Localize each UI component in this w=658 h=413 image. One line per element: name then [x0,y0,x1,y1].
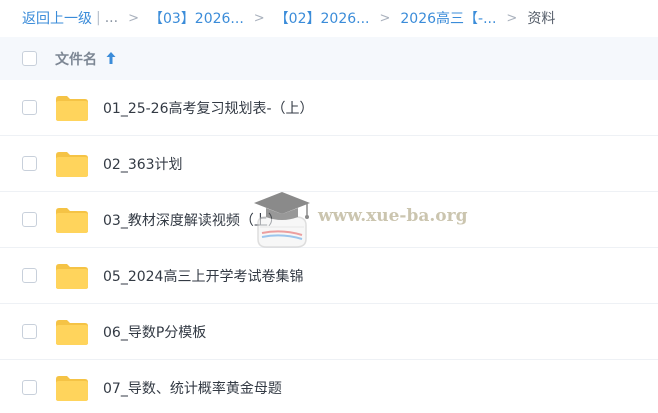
row-checkbox[interactable] [22,380,37,395]
list-item[interactable]: 06_导数P分模板 [0,304,658,360]
list-item[interactable]: 01_25-26高考复习规划表-（上） [0,80,658,136]
sort-ascending-icon[interactable] [105,51,117,65]
file-list: 01_25-26高考复习规划表-（上） 02_363计划 03_教材深度解读视频… [0,80,658,413]
file-name[interactable]: 06_导数P分模板 [103,322,206,342]
list-header: 文件名 [0,37,658,80]
file-name[interactable]: 01_25-26高考复习规划表-（上） [103,98,314,118]
row-checkbox[interactable] [22,100,37,115]
file-browser: 返回上一级 | ... > 【03】2026... > 【02】2026... … [0,0,658,413]
back-link[interactable]: 返回上一级 [22,8,92,28]
row-checkbox[interactable] [22,268,37,283]
chevron-right-icon: > [379,10,391,26]
folder-icon [56,208,88,233]
folder-icon [56,264,88,289]
file-name[interactable]: 02_363计划 [103,154,183,174]
row-checkbox[interactable] [22,324,37,339]
chevron-right-icon: > [506,10,518,26]
file-name[interactable]: 03_教材深度解读视频（上） [103,210,282,230]
list-item[interactable]: 07_导数、统计概率黄金母题 [0,360,658,413]
chevron-right-icon: > [128,10,139,26]
folder-icon [56,320,88,345]
list-item[interactable]: 02_363计划 [0,136,658,192]
folder-icon [56,152,88,177]
select-all-checkbox[interactable] [22,51,37,66]
breadcrumb-current: 资料 [527,11,556,27]
folder-icon [56,376,88,401]
breadcrumb-pipe: | [96,10,101,26]
file-name[interactable]: 05_2024高三上开学考试卷集锦 [103,266,303,286]
breadcrumb: 返回上一级 | ... > 【03】2026... > 【02】2026... … [0,0,658,36]
row-checkbox[interactable] [22,212,37,227]
folder-icon [56,96,88,121]
chevron-right-icon: > [253,10,265,26]
breadcrumb-item-1[interactable]: 【03】2026... [149,8,244,28]
list-item[interactable]: 03_教材深度解读视频（上） [0,192,658,248]
breadcrumb-item-2[interactable]: 【02】2026... [275,8,370,28]
list-item[interactable]: 05_2024高三上开学考试卷集锦 [0,248,658,304]
column-header-filename[interactable]: 文件名 [55,49,97,69]
breadcrumb-ellipsis[interactable]: ... [105,10,118,26]
file-name[interactable]: 07_导数、统计概率黄金母题 [103,378,282,398]
row-checkbox[interactable] [22,156,37,171]
breadcrumb-item-3[interactable]: 2026高三【-... [400,8,496,28]
